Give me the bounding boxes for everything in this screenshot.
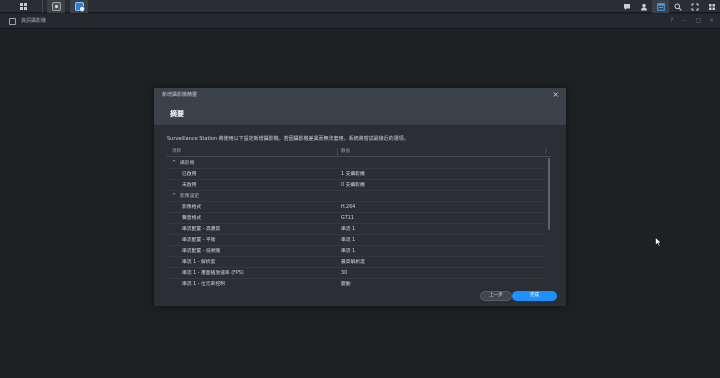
summary-table: 項目 數值 ⋮ ^ 攝影機已啟用 1 支攝影機未啟用 0 支攝影機 ^ 影像設定影像格式 H…: [167, 147, 551, 287]
maximize-button[interactable]: □: [696, 17, 702, 25]
row-item-label: 串流 1 - 位元率控制: [182, 282, 225, 287]
row-value: 變動: [341, 282, 351, 287]
window-titlebar: 資訊攝影機 ? – □ ×: [0, 14, 720, 29]
row-item-label: 影像格式: [182, 205, 202, 210]
row-item-label: 未啟用: [182, 183, 197, 188]
row-item-label: 串流配置 - 高畫質: [182, 227, 221, 232]
main-menu-button[interactable]: [14, 0, 32, 13]
summary-description: Surveillance Station 將使用以下設定新增攝影機。若因攝影機差…: [167, 136, 409, 142]
row-item-label: 串流 1 - 解析度: [182, 260, 216, 265]
surveillance-station-icon: [74, 2, 85, 12]
add-camera-wizard-dialog: 新增攝影機精靈 × 摘要 Surveillance Station 將使用以下設…: [154, 88, 566, 306]
table-header: 項目 數值 ⋮: [167, 147, 551, 157]
fullscreen-button[interactable]: [686, 0, 703, 13]
step-heading: 摘要: [170, 110, 184, 118]
taskbar: [0, 0, 720, 13]
collapse-chevron-icon[interactable]: ^: [172, 193, 176, 200]
close-window-button[interactable]: ×: [709, 17, 714, 25]
row-item-label: 已啟用: [182, 172, 197, 177]
window-title: 資訊攝影機: [21, 18, 47, 24]
column-divider: [337, 148, 338, 156]
dialog-title: 新增攝影機精靈: [162, 92, 198, 98]
row-value: G711: [341, 216, 354, 221]
row-item-label: 串流配置 - 低頻寬: [182, 249, 221, 254]
options-button[interactable]: [703, 0, 720, 13]
taskbar-app-surveillance[interactable]: [70, 0, 88, 13]
help-button[interactable]: ?: [670, 17, 673, 25]
table-row[interactable]: 串流配置 - 高畫質 串流 1: [167, 224, 545, 235]
row-value: 0 支攝影機: [341, 183, 365, 188]
table-group-row[interactable]: ^ 影像設定: [167, 191, 545, 202]
window-app-icon: [9, 18, 16, 25]
taskbar-app-1[interactable]: [47, 0, 65, 13]
chat-button[interactable]: [618, 0, 635, 13]
previous-button[interactable]: 上一步: [480, 291, 512, 301]
minimize-button[interactable]: –: [683, 17, 686, 25]
table-row[interactable]: 串流配置 - 平衡 串流 1: [167, 235, 545, 246]
table-row[interactable]: 串流 1 - 畫面播放速率 (FPS) 30: [167, 268, 545, 279]
taskbar-divider: [42, 0, 43, 13]
finish-button[interactable]: 完成: [512, 291, 557, 301]
column-header-item[interactable]: 項目: [172, 149, 181, 155]
table-row[interactable]: 影像格式 H.264: [167, 202, 545, 213]
dialog-close-button[interactable]: ×: [552, 91, 559, 99]
user-icon: [640, 3, 647, 10]
row-value: 1 支攝影機: [341, 172, 365, 177]
table-scrollbar[interactable]: [548, 158, 550, 230]
table-row[interactable]: 聲音格式 G711: [167, 213, 545, 224]
chat-icon: [623, 3, 630, 10]
grid-menu-icon: [19, 3, 27, 10]
user-button[interactable]: [635, 0, 652, 13]
table-row[interactable]: 串流配置 - 低頻寬 串流 1: [167, 246, 545, 257]
row-value: H.264: [341, 205, 356, 210]
table-group-row[interactable]: ^ 攝影機: [167, 158, 545, 169]
widgets-button[interactable]: [652, 0, 669, 13]
table-row[interactable]: 已啟用 1 支攝影機: [167, 169, 545, 180]
dialog-header: 新增攝影機精靈 × 摘要: [154, 88, 566, 125]
row-value: 最高解析度: [341, 260, 365, 265]
collapse-chevron-icon[interactable]: ^: [172, 160, 176, 167]
mouse-cursor-icon: [655, 237, 662, 247]
search-icon: [674, 3, 682, 11]
row-item-label: 串流配置 - 平衡: [182, 238, 216, 243]
row-item-label: 影像設定: [180, 194, 200, 199]
row-item-label: 串流 1 - 畫面播放速率 (FPS): [182, 271, 244, 276]
search-button[interactable]: [669, 0, 686, 13]
row-value: 串流 1: [341, 227, 356, 232]
row-item-label: 聲音格式: [182, 216, 202, 221]
taskbar-tray: [618, 0, 720, 13]
options-icon: [708, 3, 715, 10]
table-row[interactable]: 串流 1 - 位元率控制 變動: [167, 279, 545, 287]
widgets-icon: [656, 2, 665, 11]
fullscreen-icon: [691, 3, 698, 10]
row-item-label: 攝影機: [180, 161, 195, 166]
table-row[interactable]: 未啟用 0 支攝影機: [167, 180, 545, 191]
row-value: 串流 1: [341, 249, 356, 254]
row-value: 串流 1: [341, 238, 356, 243]
row-value: 30: [341, 271, 348, 276]
table-row[interactable]: 串流 1 - 解析度 最高解析度: [167, 257, 545, 268]
column-menu-icon[interactable]: ⋮: [543, 148, 549, 155]
column-header-value[interactable]: 數值: [341, 149, 350, 155]
app-window-icon: [51, 2, 61, 11]
